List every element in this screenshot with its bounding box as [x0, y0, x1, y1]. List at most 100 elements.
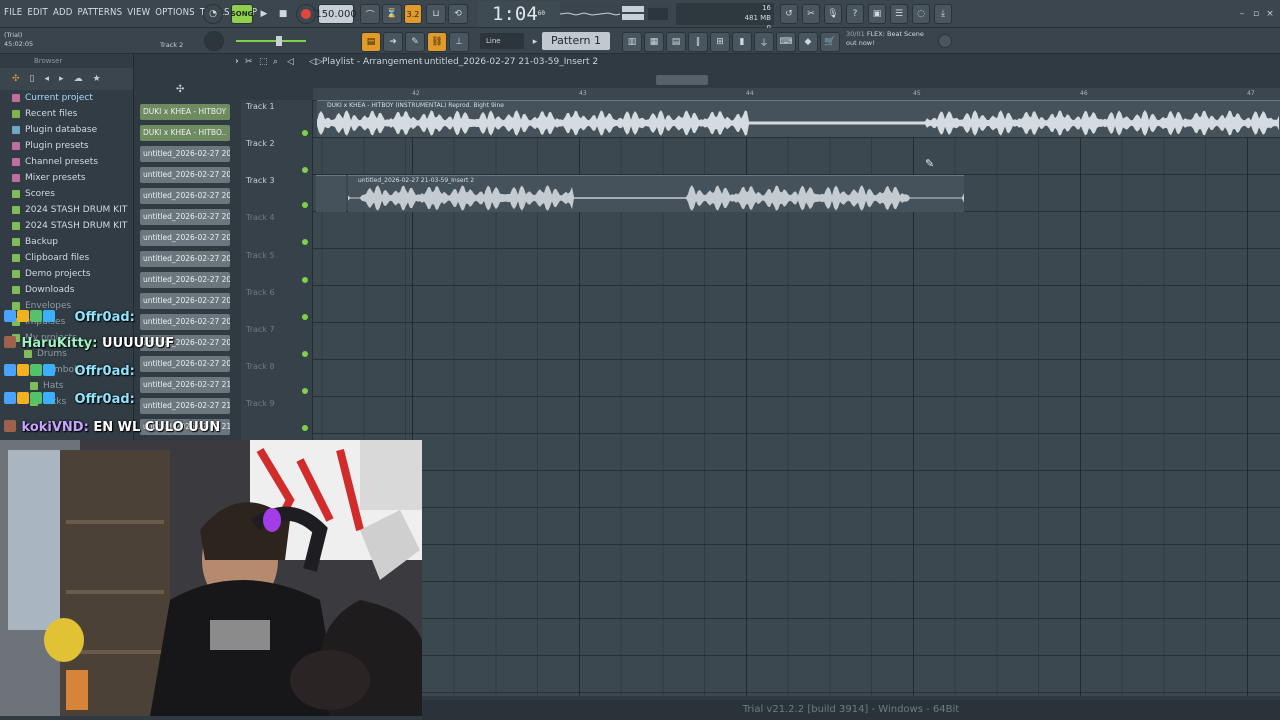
- step-edit-toggle[interactable]: 3.2: [404, 4, 422, 24]
- news-panel[interactable]: 30/01 FLEX: Beat Scene out now!: [846, 30, 924, 48]
- microphone-icon[interactable]: 🎙: [824, 4, 842, 24]
- browser-forward-icon[interactable]: ▸: [59, 74, 64, 84]
- browser-item-current-project[interactable]: Current project: [0, 90, 133, 106]
- playlist-window-icon[interactable]: ▥: [622, 32, 642, 52]
- song-mode-toggle[interactable]: SONG: [231, 4, 253, 24]
- download-icon[interactable]: ⤓: [934, 4, 952, 24]
- audio-clip-track-3-start[interactable]: [316, 175, 346, 212]
- pencil-tool-icon[interactable]: ✎: [405, 32, 425, 52]
- play-icon[interactable]: ▶: [256, 4, 272, 24]
- plug-icon[interactable]: ⏚: [754, 32, 774, 52]
- browser-item-downloads[interactable]: Downloads: [0, 282, 133, 298]
- menu-add[interactable]: ADD: [53, 7, 73, 18]
- menu-patterns[interactable]: PATTERNS: [78, 7, 123, 18]
- blend-notes-icon[interactable]: ⊔: [426, 4, 446, 24]
- clip-source-item[interactable]: untitled_2026-02-27 20-: [140, 272, 230, 288]
- browser-file-icon[interactable]: ▯: [30, 74, 35, 84]
- browser-item-plugin-database[interactable]: Plugin database: [0, 122, 133, 138]
- browser-item-mixer-presets[interactable]: Mixer presets: [0, 170, 133, 186]
- track-enable-led[interactable]: [302, 425, 308, 431]
- touch-keyboard-icon[interactable]: ⌨: [776, 32, 796, 52]
- record-button[interactable]: [296, 4, 316, 24]
- select-tool-icon[interactable]: ⬚: [259, 57, 268, 67]
- browser-item-demo-projects[interactable]: Demo projects: [0, 266, 133, 282]
- song-position[interactable]: 1:0460: [478, 1, 560, 27]
- track-header-6[interactable]: Track 6: [241, 288, 313, 320]
- pattern-prev-icon[interactable]: ▸: [530, 32, 540, 52]
- channel-rack-icon[interactable]: ▤: [666, 32, 686, 52]
- track-header-4[interactable]: Track 4: [241, 213, 313, 245]
- mixer-window-icon[interactable]: ‖: [688, 32, 708, 52]
- track-enable-led[interactable]: [302, 202, 308, 208]
- browser-item-recent-files[interactable]: Recent files: [0, 106, 133, 122]
- menu-view[interactable]: VIEW: [127, 7, 150, 18]
- track-header-9[interactable]: Track 9: [241, 399, 313, 431]
- browser-item-scores[interactable]: Scores: [0, 186, 133, 202]
- clip-source-item[interactable]: untitled_2026-02-27 20-: [140, 167, 230, 183]
- arrow-right-icon[interactable]: ➜: [383, 32, 403, 52]
- news-refresh-icon[interactable]: [938, 34, 952, 48]
- chat-icon[interactable]: ◌: [912, 4, 930, 24]
- track-enable-led[interactable]: [302, 314, 308, 320]
- browser-icon[interactable]: ▮: [732, 32, 752, 52]
- close-icon[interactable]: ×: [1264, 4, 1276, 24]
- loop-record-icon[interactable]: ⟲: [448, 4, 468, 24]
- slice-tool-icon[interactable]: ✂: [245, 57, 253, 67]
- tempo-display[interactable]: 150.000: [315, 4, 357, 24]
- track-enable-led[interactable]: [302, 130, 308, 136]
- track-header-7[interactable]: Track 7: [241, 325, 313, 357]
- pattern-selector[interactable]: Pattern 1: [542, 32, 610, 50]
- piano-roll-icon[interactable]: ▦: [644, 32, 664, 52]
- browser-cloud-icon[interactable]: ☁: [74, 74, 83, 84]
- track-header-5[interactable]: Track 5: [241, 251, 313, 283]
- link-icon[interactable]: ⛓: [427, 32, 447, 52]
- clip-list-move-icon[interactable]: ✣: [176, 84, 184, 95]
- save-icon[interactable]: ▣: [868, 4, 886, 24]
- recording-dial-icon[interactable]: ◔: [203, 4, 223, 24]
- minimize-icon[interactable]: –: [1236, 4, 1248, 24]
- track-enable-led[interactable]: [302, 351, 308, 357]
- track-header-8[interactable]: Track 8: [241, 362, 313, 394]
- stamp-icon[interactable]: ⊥: [449, 32, 469, 52]
- browser-item-plugin-presets[interactable]: Plugin presets: [0, 138, 133, 154]
- audio-clip-track-3[interactable]: untitled_2026-02-27 21-03-59_Insert 2: [348, 175, 964, 212]
- track-enable-led[interactable]: [302, 239, 308, 245]
- shop-icon[interactable]: 🛒: [820, 32, 840, 52]
- track-header-1[interactable]: Track 1: [241, 102, 313, 136]
- clip-source-item[interactable]: untitled_2026-02-27 20-: [140, 209, 230, 225]
- playlist-title-arrow-icon[interactable]: ◁▷: [309, 57, 323, 67]
- slider-handle[interactable]: [276, 36, 282, 46]
- track-enable-led[interactable]: [302, 388, 308, 394]
- browser-item-stash-drum-kit[interactable]: 2024 STASH DRUM KIT: [0, 202, 133, 218]
- clip-source-item[interactable]: untitled_2026-02-27 20-: [140, 146, 230, 162]
- metronome-icon[interactable]: ⌒: [360, 4, 380, 24]
- clip-source-item[interactable]: untitled_2026-02-27 20-: [140, 188, 230, 204]
- audio-clip-track-1[interactable]: DUKI x KHEA - HITBOY (INSTRUMENTAL) Repr…: [317, 100, 1280, 137]
- track-enable-led[interactable]: [302, 167, 308, 173]
- browser-item-channel-presets[interactable]: Channel presets: [0, 154, 133, 170]
- clip-source-item[interactable]: DUKI x KHEA - HITBO..: [140, 125, 230, 141]
- help-icon[interactable]: ?: [846, 4, 864, 24]
- wait-input-icon[interactable]: ⌛: [382, 4, 402, 24]
- playback-tool-icon[interactable]: ◁: [287, 57, 294, 67]
- snap-selector[interactable]: Line: [480, 33, 524, 49]
- track-enable-led[interactable]: [302, 277, 308, 283]
- playlist-scrollbar[interactable]: [656, 75, 708, 85]
- browser-back-icon[interactable]: ◂: [45, 74, 50, 84]
- menu-options[interactable]: OPTIONS: [155, 7, 195, 18]
- track-header-3[interactable]: Track 3: [241, 176, 313, 208]
- plugin-picker-icon[interactable]: ⊞: [710, 32, 730, 52]
- master-pitch-slider[interactable]: [236, 36, 306, 46]
- timeline-ruler[interactable]: 42 43 44 45 46 47: [313, 88, 1280, 100]
- undo-icon[interactable]: ↺: [780, 4, 798, 24]
- master-volume-knob[interactable]: [204, 31, 224, 51]
- browser-star-icon[interactable]: ★: [93, 74, 101, 84]
- menu-file[interactable]: FILE: [4, 7, 22, 18]
- playlist-snap-icon[interactable]: ▤: [361, 32, 381, 52]
- browser-item-backup[interactable]: Backup: [0, 234, 133, 250]
- stop-icon[interactable]: ■: [275, 4, 291, 24]
- project-info-icon[interactable]: ◆: [798, 32, 818, 52]
- menu-edit[interactable]: EDIT: [27, 7, 48, 18]
- zoom-tool-icon[interactable]: ⌕: [273, 57, 278, 67]
- clip-source-item[interactable]: untitled_2026-02-27 20-: [140, 230, 230, 246]
